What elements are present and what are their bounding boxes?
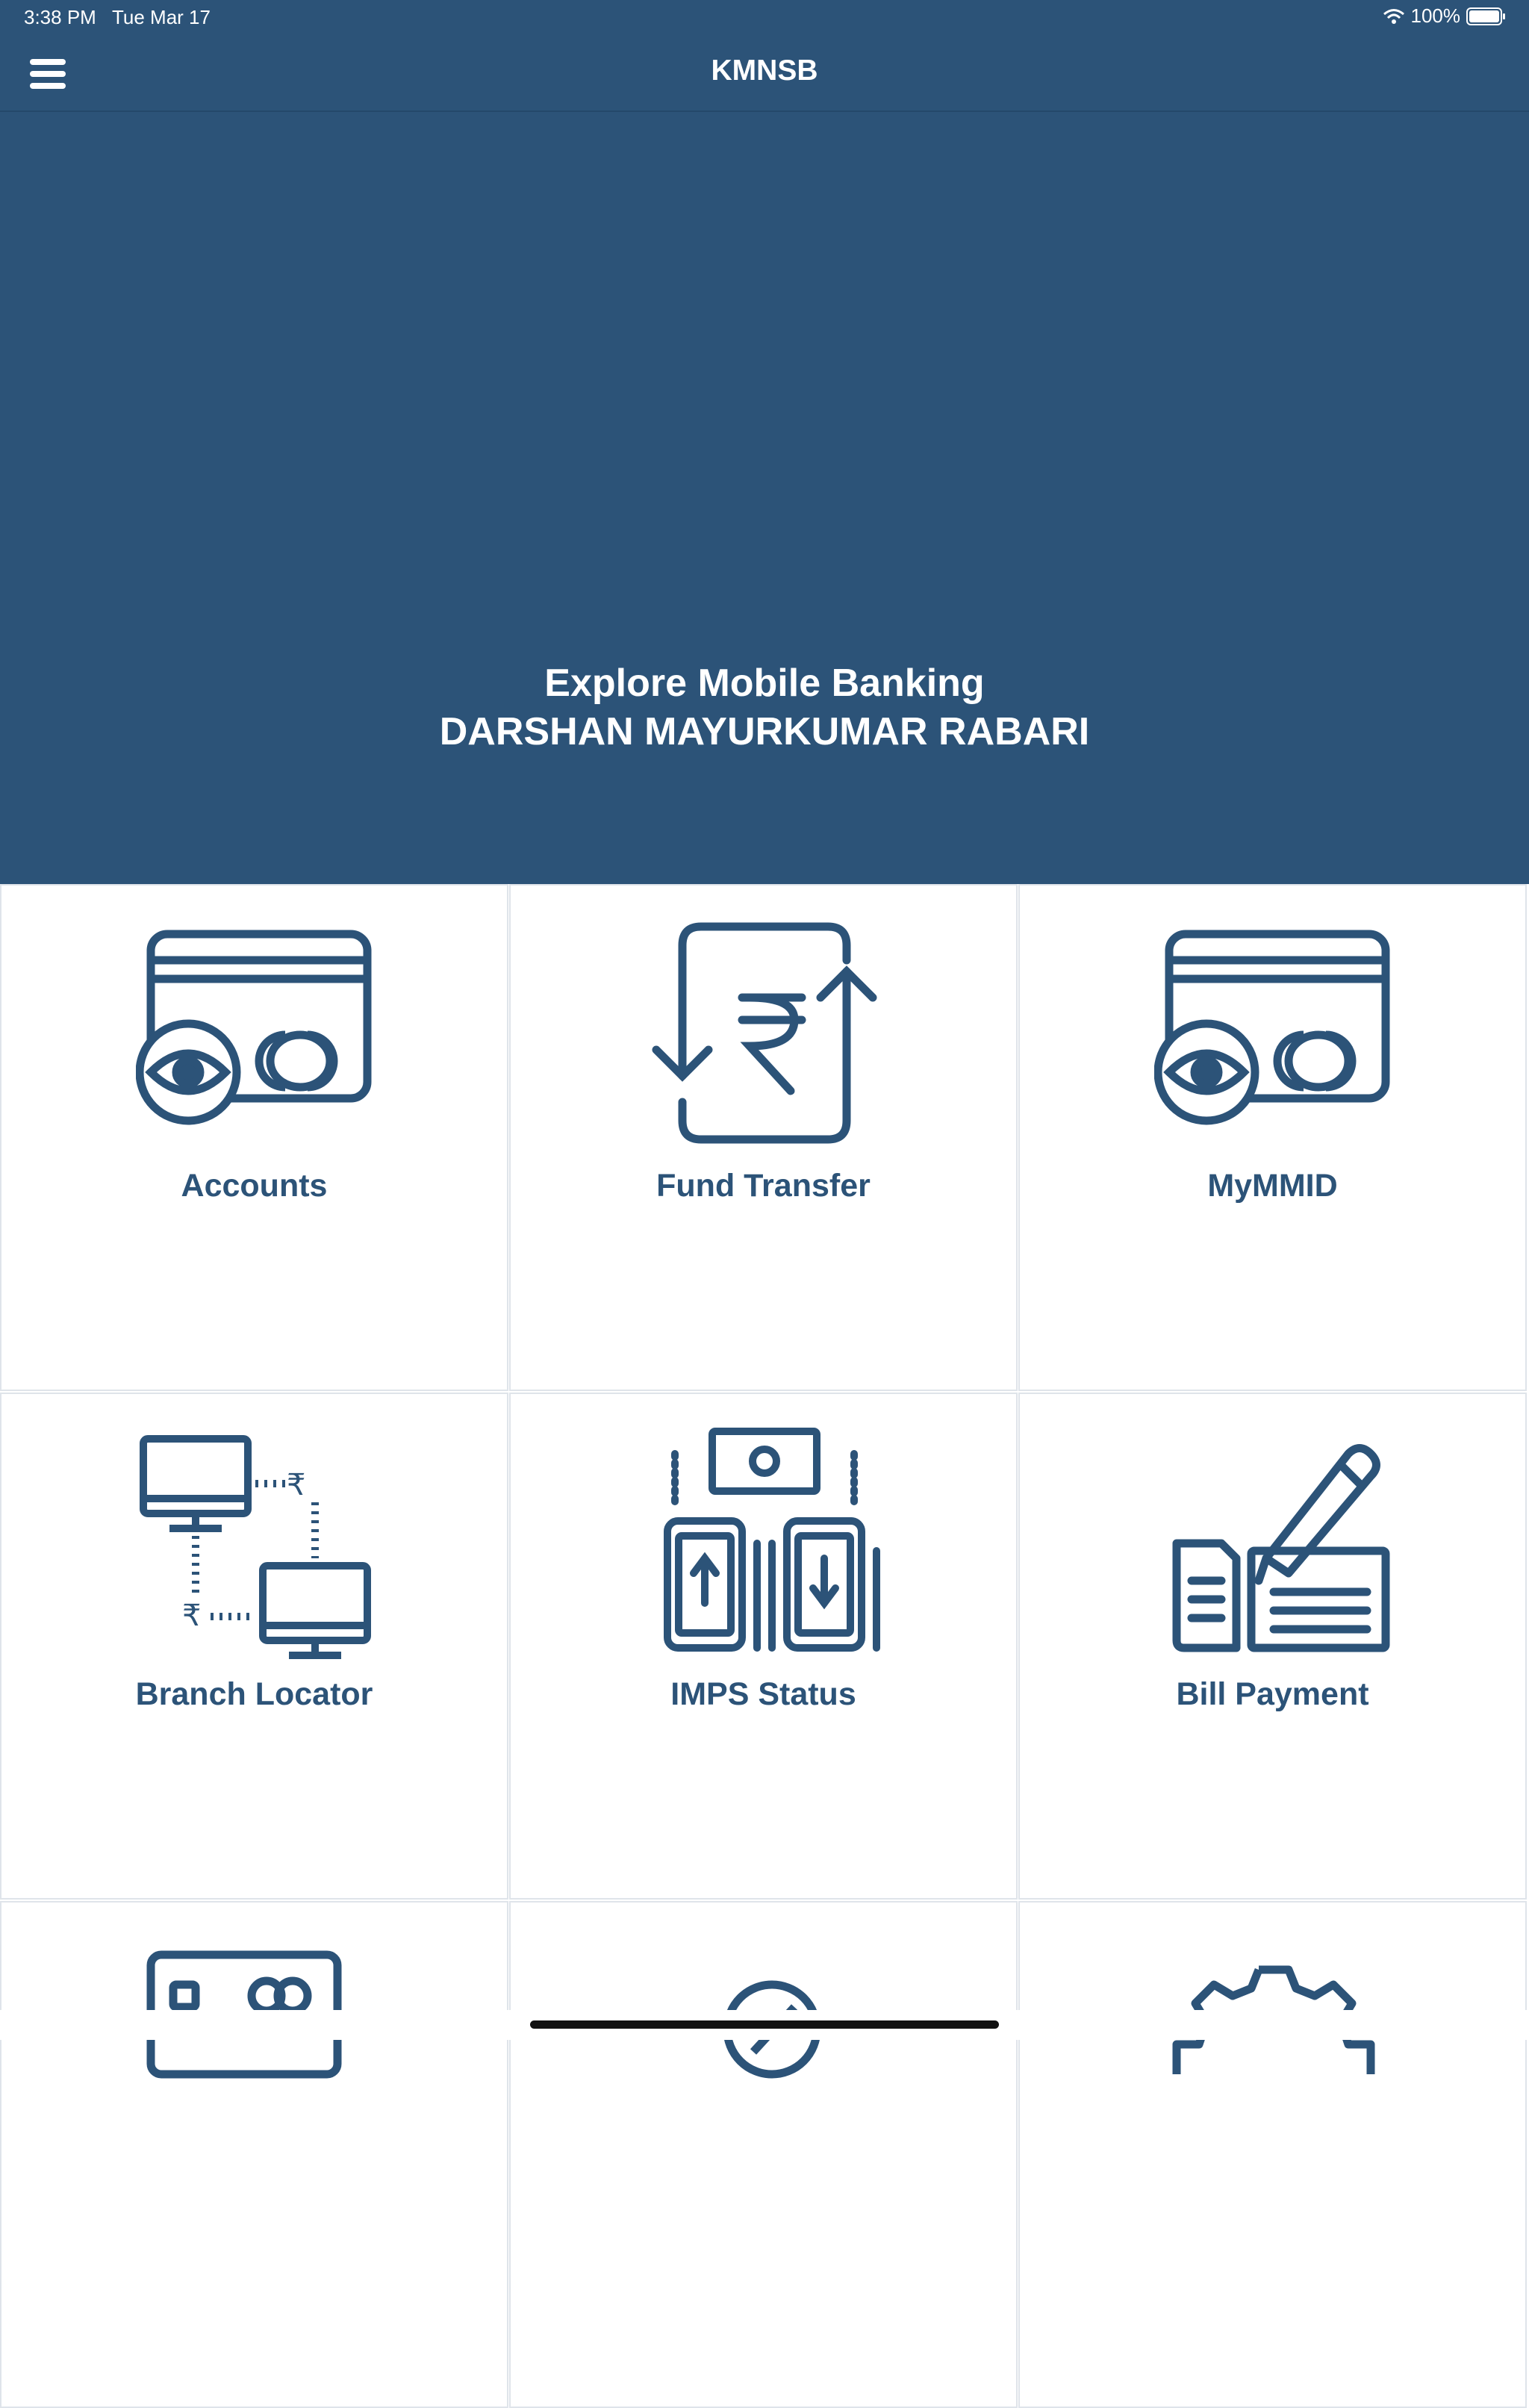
tile-branch-locator[interactable]: ₹ ₹ Branch Locator bbox=[0, 1393, 508, 1900]
menu-grid: Accounts Fund Transfer MyMMID ₹ ₹ Branch… bbox=[0, 884, 1529, 2408]
gear-icon bbox=[1172, 1965, 1375, 2074]
battery-icon bbox=[1466, 7, 1505, 25]
rupee-transfer-icon bbox=[652, 922, 877, 1144]
card-icon bbox=[146, 1950, 342, 2079]
hero-banner: Explore Mobile Banking DARSHAN MAYURKUMA… bbox=[0, 112, 1529, 884]
tile-fund-transfer[interactable]: Fund Transfer bbox=[509, 884, 1018, 1391]
card-eye-icon bbox=[136, 930, 372, 1125]
status-right: 100% bbox=[1383, 4, 1507, 28]
tile-bill-payment-label: Bill Payment bbox=[1176, 1676, 1369, 1712]
tile-partial-3[interactable] bbox=[1018, 1901, 1527, 2408]
tile-imps-status-label: IMPS Status bbox=[670, 1676, 856, 1712]
gauge-icon bbox=[723, 1980, 821, 2079]
svg-text:₹: ₹ bbox=[182, 1599, 201, 1633]
wifi-icon bbox=[1383, 8, 1404, 24]
nav-bar: KMNSB bbox=[0, 35, 1529, 112]
tile-bill-payment[interactable]: Bill Payment bbox=[1018, 1393, 1527, 1900]
cheque-pen-icon bbox=[1172, 1444, 1390, 1652]
tile-partial-1[interactable] bbox=[0, 1901, 508, 2408]
card-eye-icon bbox=[1154, 930, 1390, 1125]
tile-accounts[interactable]: Accounts bbox=[0, 884, 508, 1391]
status-date: Tue Mar 17 bbox=[112, 6, 211, 28]
battery-percent: 100% bbox=[1410, 4, 1461, 27]
computers-rupee-icon: ₹ ₹ bbox=[140, 1435, 371, 1659]
home-indicator[interactable] bbox=[530, 2020, 999, 2029]
tile-fund-transfer-label: Fund Transfer bbox=[656, 1168, 871, 1204]
hero-user-name: DARSHAN MAYURKUMAR RABARI bbox=[439, 710, 1090, 753]
svg-text:₹: ₹ bbox=[287, 1468, 305, 1502]
tile-accounts-label: Accounts bbox=[181, 1168, 328, 1204]
status-bar: 3:38 PM Tue Mar 17 100% bbox=[0, 0, 1529, 35]
phones-money-icon bbox=[664, 1428, 880, 1652]
hero-title: Explore Mobile Banking bbox=[544, 662, 985, 705]
tile-mymmid[interactable]: MyMMID bbox=[1018, 884, 1527, 1391]
tile-branch-locator-label: Branch Locator bbox=[135, 1676, 373, 1712]
tile-mymmid-label: MyMMID bbox=[1207, 1168, 1338, 1204]
status-time: 3:38 PM bbox=[24, 6, 96, 28]
tile-partial-2[interactable] bbox=[509, 1901, 1018, 2408]
tile-imps-status[interactable]: IMPS Status bbox=[509, 1393, 1018, 1900]
app-title: KMNSB bbox=[711, 55, 818, 87]
